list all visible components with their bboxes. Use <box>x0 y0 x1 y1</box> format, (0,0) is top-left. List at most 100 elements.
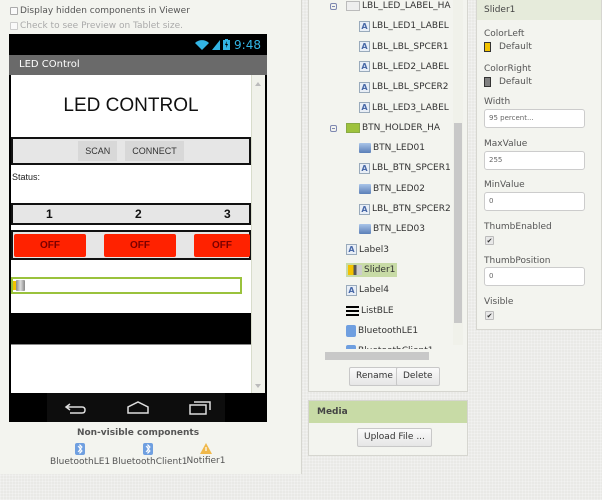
color-right-swatch[interactable] <box>484 77 491 87</box>
nonvisible-bluetoothle1[interactable]: BluetoothLE1 <box>50 443 110 467</box>
tree-item[interactable]: BTN_HOLDER_HA <box>346 121 440 135</box>
tree-item[interactable]: A LBL_LBL_SPCER2 <box>359 80 449 94</box>
phone-nav-bar <box>9 393 267 422</box>
tree-item[interactable]: A LBL_LBL_SPCER1 <box>359 40 449 54</box>
collapse-toggle-icon[interactable] <box>330 3 337 10</box>
nonvisible-notifier1[interactable]: Notifier1 <box>186 443 226 466</box>
max-value-label: MaxValue <box>484 139 528 149</box>
home-icon <box>127 400 149 414</box>
button-icon <box>359 143 371 154</box>
tree-item[interactable]: BTN_LED02 <box>359 182 425 196</box>
color-left-swatch[interactable] <box>484 42 491 52</box>
tree-item[interactable]: A Label4 <box>346 283 389 297</box>
signal-icon <box>212 39 221 50</box>
led3-label[interactable]: 3 <box>224 207 231 221</box>
led1-label[interactable]: 1 <box>46 207 53 221</box>
tablet-preview-checkbox-row[interactable]: Check to see Preview on Tablet size. <box>10 21 183 31</box>
led-label-row[interactable]: 1 2 3 <box>11 203 251 225</box>
phone-screen: LED CONTROL SCAN CONNECT Status: 1 2 3 O… <box>11 75 251 393</box>
tablet-preview-label: Check to see Preview on Tablet size. <box>20 21 184 31</box>
tree-item[interactable]: Slider1 <box>346 262 398 277</box>
led1-button[interactable]: OFF <box>14 234 86 257</box>
tree-item[interactable]: BTN_LED03 <box>359 222 425 236</box>
tablet-preview-checkbox[interactable] <box>10 22 18 30</box>
tree-horizontal-scrollbar[interactable] <box>317 351 441 361</box>
tree-item-label: BTN_LED03 <box>373 224 425 235</box>
listview-icon <box>346 305 359 316</box>
tree-item-label: Label3 <box>359 244 390 255</box>
tree-item-label: Slider1 <box>364 264 396 275</box>
min-value-field[interactable]: 0 <box>484 192 585 211</box>
led2-label[interactable]: 2 <box>135 207 142 221</box>
max-value-field[interactable]: 255 <box>484 151 585 170</box>
rename-button[interactable]: Rename <box>349 367 400 386</box>
slider1[interactable] <box>11 277 242 294</box>
scroll-down-icon[interactable] <box>255 384 261 388</box>
tree-item-label: LBL_LED3_LABEL <box>372 102 449 113</box>
tree-scroll-thumb[interactable] <box>454 123 462 323</box>
bluetooth-icon <box>346 324 356 337</box>
tree-item[interactable]: A LBL_BTN_SPCER2 <box>359 202 451 216</box>
delete-button[interactable]: Delete <box>396 367 440 386</box>
upload-file-button[interactable]: Upload File ... <box>357 428 432 447</box>
properties-panel: Slider1 ColorLeft Default ColorRight Def… <box>476 0 602 330</box>
color-right-value[interactable]: Default <box>499 77 532 87</box>
battery-icon <box>223 39 231 50</box>
horizontal-arrangement-icon <box>346 122 360 133</box>
tree-item-label: LBL_BTN_SPCER2 <box>372 204 451 214</box>
tree-hscroll-thumb[interactable] <box>325 352 429 360</box>
tree-item[interactable]: A Label3 <box>346 243 389 257</box>
tree-item[interactable]: BluetoothClient1 <box>346 344 433 349</box>
nonvisible-label: Notifier1 <box>186 456 226 466</box>
scan-button[interactable]: SCAN <box>78 141 118 161</box>
tree-item[interactable]: A LBL_LED2_LABEL <box>359 60 449 74</box>
media-title: Media <box>309 401 467 423</box>
media-panel: Media Upload File ... <box>308 400 468 456</box>
bluetooth-icon <box>75 443 85 455</box>
tree-item-label: LBL_LED_LABEL_HA <box>362 1 451 11</box>
tree-item[interactable]: A LBL_BTN_SPCER1 <box>359 161 451 175</box>
color-right-picker[interactable]: Default <box>484 77 532 87</box>
tree-item-label: LBL_LBL_SPCER2 <box>372 82 449 93</box>
led2-button[interactable]: OFF <box>104 234 176 257</box>
display-hidden-checkbox-row[interactable]: Display hidden components in Viewer <box>10 6 190 16</box>
tree-item[interactable]: ListBLE <box>346 304 394 318</box>
tree-item-label: ListBLE <box>361 305 394 316</box>
tree-item-label: BTN_LED02 <box>373 183 425 194</box>
tree-item[interactable]: BluetoothLE1 <box>346 324 418 338</box>
horizontal-arrangement-icon <box>346 1 360 11</box>
tree-item[interactable]: A LBL_LED3_LABEL <box>359 101 449 115</box>
nonvisible-bluetoothclient1[interactable]: BluetoothClient1 <box>112 443 187 467</box>
button-icon <box>359 183 371 194</box>
color-left-value[interactable]: Default <box>499 42 532 52</box>
wifi-icon <box>195 39 210 50</box>
status-label[interactable]: Status: <box>12 172 40 182</box>
min-value-label: MinValue <box>484 180 525 190</box>
bluetooth-icon <box>346 345 356 349</box>
label-icon: A <box>359 20 370 32</box>
tree-item-label: LBL_LED2_LABEL <box>372 61 449 72</box>
display-hidden-checkbox[interactable] <box>10 7 18 15</box>
tree-item-label: LBL_BTN_SPCER1 <box>372 163 451 174</box>
label-icon: A <box>359 203 370 215</box>
list-ble[interactable] <box>11 313 251 345</box>
app-title-label[interactable]: LED CONTROL <box>11 95 251 117</box>
led3-button[interactable]: OFF <box>194 234 250 257</box>
scroll-up-icon[interactable] <box>255 82 261 86</box>
collapse-toggle-icon[interactable] <box>330 124 337 132</box>
tree-vertical-scrollbar[interactable] <box>453 0 463 345</box>
thumb-position-field[interactable]: 0 <box>484 267 585 286</box>
screen-scrollbar[interactable] <box>251 75 265 393</box>
tree-item[interactable]: A LBL_LED1_LABEL <box>359 19 449 33</box>
color-left-picker[interactable]: Default <box>484 42 532 52</box>
scan-connect-row[interactable]: SCAN CONNECT <box>11 137 251 165</box>
connect-button[interactable]: CONNECT <box>125 141 184 161</box>
tree-item[interactable]: BTN_LED01 <box>359 141 425 155</box>
thumb-enabled-checkbox[interactable]: ✔ <box>485 236 494 245</box>
tree-item[interactable]: LBL_LED_LABEL_HA <box>346 0 451 13</box>
button-icon <box>359 224 371 235</box>
led-button-row[interactable]: OFF OFF OFF <box>11 230 251 260</box>
visible-checkbox[interactable]: ✔ <box>485 311 494 320</box>
slider-thumb[interactable] <box>16 280 25 291</box>
width-field[interactable]: 95 percent... <box>484 109 585 128</box>
